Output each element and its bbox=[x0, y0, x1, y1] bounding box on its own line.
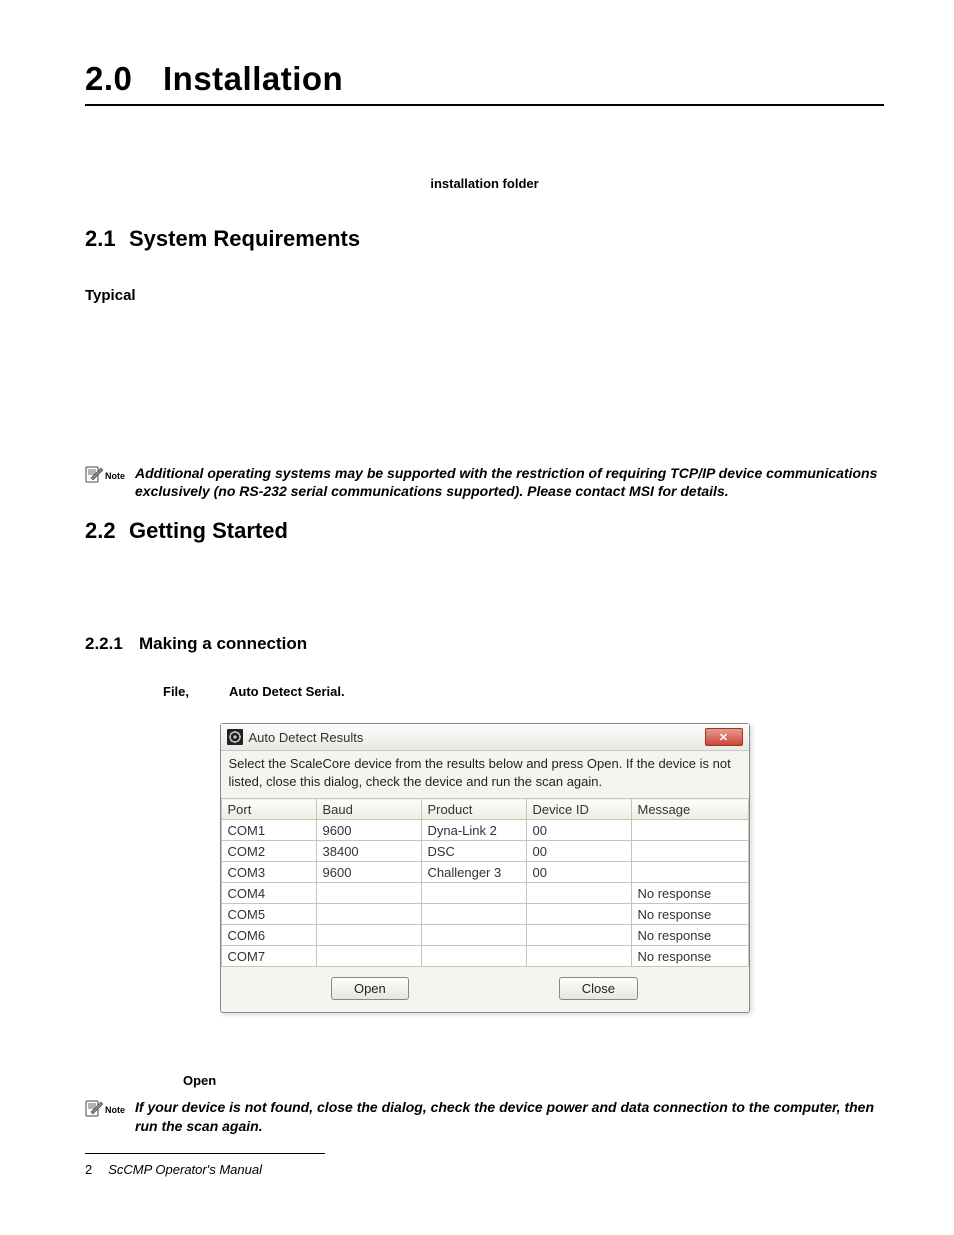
section-2-2-heading: 2.2Getting Started bbox=[85, 518, 884, 544]
cell-msg: No response bbox=[631, 883, 748, 904]
dialog-button-row: Open Close bbox=[221, 967, 749, 1012]
cell-baud: 9600 bbox=[316, 862, 421, 883]
cell-port: COM4 bbox=[221, 883, 316, 904]
table-row[interactable]: COM2 38400 DSC 00 bbox=[221, 841, 748, 862]
cell-devid: 00 bbox=[526, 862, 631, 883]
dialog-screenshot-wrap: Auto Detect Results ✕ Select the ScaleCo… bbox=[85, 723, 884, 1013]
chapter-number: 2.0 bbox=[85, 60, 163, 98]
cell-devid: 00 bbox=[526, 841, 631, 862]
open-word: Open bbox=[183, 1073, 884, 1088]
cell-msg bbox=[631, 820, 748, 841]
cell-baud: 9600 bbox=[316, 820, 421, 841]
col-baud[interactable]: Baud bbox=[316, 799, 421, 820]
col-port[interactable]: Port bbox=[221, 799, 316, 820]
cell-product: Challenger 3 bbox=[421, 862, 526, 883]
dialog-titlebar: Auto Detect Results ✕ bbox=[221, 724, 749, 751]
table-row[interactable]: COM3 9600 Challenger 3 00 bbox=[221, 862, 748, 883]
table-row[interactable]: COM6 No response bbox=[221, 925, 748, 946]
cell-devid: 00 bbox=[526, 820, 631, 841]
cell-port: COM5 bbox=[221, 904, 316, 925]
note-icon: Note bbox=[85, 466, 125, 486]
section-2-2-title: Getting Started bbox=[129, 518, 288, 543]
cell-devid bbox=[526, 925, 631, 946]
cell-product bbox=[421, 904, 526, 925]
col-product[interactable]: Product bbox=[421, 799, 526, 820]
manual-title: ScCMP Operator's Manual bbox=[108, 1162, 262, 1177]
cell-msg bbox=[631, 862, 748, 883]
section-2-1-heading: 2.1System Requirements bbox=[85, 226, 884, 252]
cell-product bbox=[421, 883, 526, 904]
menu-instruction: File, Auto Detect Serial. bbox=[163, 684, 884, 699]
section-2-2-1-heading: 2.2.1Making a connection bbox=[85, 634, 884, 654]
page-footer: 2 ScCMP Operator's Manual bbox=[85, 1162, 884, 1177]
typical-label: Typical bbox=[85, 287, 884, 304]
section-2-1-title: System Requirements bbox=[129, 226, 360, 251]
installation-folder-label: installation folder bbox=[85, 176, 884, 191]
close-button[interactable]: Close bbox=[559, 977, 638, 1000]
cell-msg: No response bbox=[631, 904, 748, 925]
page-number: 2 bbox=[85, 1162, 92, 1177]
cell-product: Dyna-Link 2 bbox=[421, 820, 526, 841]
cell-port: COM2 bbox=[221, 841, 316, 862]
chapter-title: Installation bbox=[163, 60, 343, 97]
note-2: Note If your device is not found, close … bbox=[85, 1098, 884, 1134]
table-header-row: Port Baud Product Device ID Message bbox=[221, 799, 748, 820]
cell-port: COM1 bbox=[221, 820, 316, 841]
note-1-text: Additional operating systems may be supp… bbox=[135, 464, 884, 500]
table-row[interactable]: COM5 No response bbox=[221, 904, 748, 925]
note-label: Note bbox=[105, 1105, 125, 1115]
footer-divider bbox=[85, 1153, 325, 1154]
cell-baud bbox=[316, 904, 421, 925]
cell-msg: No response bbox=[631, 925, 748, 946]
cell-baud bbox=[316, 946, 421, 967]
section-2-2-1-title: Making a connection bbox=[139, 634, 307, 653]
results-table: Port Baud Product Device ID Message COM1… bbox=[221, 798, 749, 967]
note-label: Note bbox=[105, 471, 125, 481]
cell-baud bbox=[316, 883, 421, 904]
cell-port: COM7 bbox=[221, 946, 316, 967]
cell-msg bbox=[631, 841, 748, 862]
dialog-title: Auto Detect Results bbox=[249, 730, 705, 745]
open-button[interactable]: Open bbox=[331, 977, 409, 1000]
section-2-1-number: 2.1 bbox=[85, 226, 129, 252]
chapter-heading: 2.0Installation bbox=[85, 60, 884, 106]
note-icon: Note bbox=[85, 1100, 125, 1120]
table-row[interactable]: COM7 No response bbox=[221, 946, 748, 967]
section-2-2-1-number: 2.2.1 bbox=[85, 634, 139, 654]
cell-msg: No response bbox=[631, 946, 748, 967]
section-2-2-number: 2.2 bbox=[85, 518, 129, 544]
cell-port: COM3 bbox=[221, 862, 316, 883]
gear-icon bbox=[227, 729, 243, 745]
cell-product: DSC bbox=[421, 841, 526, 862]
col-device-id[interactable]: Device ID bbox=[526, 799, 631, 820]
table-row[interactable]: COM1 9600 Dyna-Link 2 00 bbox=[221, 820, 748, 841]
close-icon[interactable]: ✕ bbox=[705, 728, 743, 746]
cell-devid bbox=[526, 883, 631, 904]
cell-product bbox=[421, 925, 526, 946]
cell-devid bbox=[526, 904, 631, 925]
note-1: Note Additional operating systems may be… bbox=[85, 464, 884, 500]
table-body: COM1 9600 Dyna-Link 2 00 COM2 38400 DSC … bbox=[221, 820, 748, 967]
menu-file: File, bbox=[163, 684, 189, 699]
cell-devid bbox=[526, 946, 631, 967]
dialog-instruction-text: Select the ScaleCore device from the res… bbox=[221, 751, 749, 794]
menu-action: Auto Detect Serial. bbox=[229, 684, 345, 699]
table-row[interactable]: COM4 No response bbox=[221, 883, 748, 904]
note-2-text: If your device is not found, close the d… bbox=[135, 1098, 884, 1134]
cell-port: COM6 bbox=[221, 925, 316, 946]
cell-product bbox=[421, 946, 526, 967]
cell-baud bbox=[316, 925, 421, 946]
cell-baud: 38400 bbox=[316, 841, 421, 862]
auto-detect-dialog: Auto Detect Results ✕ Select the ScaleCo… bbox=[220, 723, 750, 1013]
col-message[interactable]: Message bbox=[631, 799, 748, 820]
